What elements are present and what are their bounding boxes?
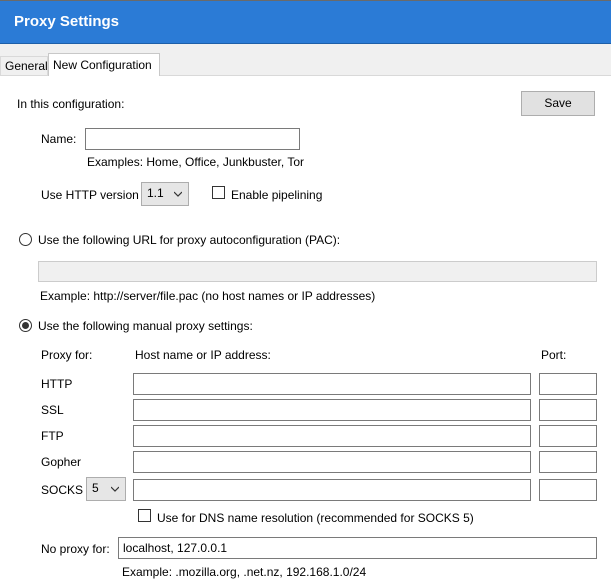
name-examples: Examples: Home, Office, Junkbuster, Tor	[87, 155, 304, 169]
window-title: Proxy Settings	[14, 13, 120, 30]
pipelining-label: Enable pipelining	[231, 188, 323, 202]
socks-host-input[interactable]	[133, 479, 531, 501]
chevron-down-icon	[111, 486, 119, 492]
no-proxy-example: Example: .mozilla.org, .net.nz, 192.168.…	[122, 565, 367, 579]
socks-version-value: 5	[92, 481, 99, 495]
socks-label: SOCKS	[41, 483, 84, 497]
manual-radio[interactable]	[19, 319, 32, 332]
tab-general[interactable]: General	[0, 56, 48, 75]
no-proxy-label: No proxy for:	[41, 542, 110, 556]
intro-label: In this configuration:	[17, 97, 125, 111]
pipelining-checkbox[interactable]	[212, 186, 225, 199]
pac-radio[interactable]	[19, 233, 32, 246]
ftp-host-input[interactable]	[133, 425, 531, 447]
gopher-port-input[interactable]	[539, 451, 597, 473]
pac-radio-label: Use the following URL for proxy autoconf…	[38, 233, 341, 247]
host-header: Host name or IP address:	[135, 348, 271, 362]
ssl-port-input[interactable]	[539, 399, 597, 421]
ssl-host-input[interactable]	[133, 399, 531, 421]
chevron-down-icon	[174, 191, 182, 197]
http-version-label: Use HTTP version	[41, 188, 139, 202]
window-titlebar: Proxy Settings	[0, 0, 611, 44]
ftp-port-input[interactable]	[539, 425, 597, 447]
no-proxy-input[interactable]	[118, 537, 597, 559]
socks-version-select[interactable]: 5	[86, 477, 126, 501]
radio-selected-dot	[22, 322, 29, 329]
http-host-input[interactable]	[133, 373, 531, 395]
proxy-for-header: Proxy for:	[41, 348, 93, 362]
gopher-host-input[interactable]	[133, 451, 531, 473]
save-button[interactable]: Save	[521, 91, 595, 116]
name-input[interactable]	[85, 128, 300, 150]
tab-strip: General New Configuration	[0, 44, 611, 76]
manual-radio-label: Use the following manual proxy settings:	[38, 319, 253, 333]
dns-resolution-checkbox[interactable]	[138, 509, 151, 522]
gopher-label: Gopher	[41, 455, 82, 469]
ssl-label: SSL	[41, 403, 64, 417]
http-version-select[interactable]: 1.1	[141, 182, 189, 206]
dns-resolution-label: Use for DNS name resolution (recommended…	[157, 511, 474, 525]
http-version-value: 1.1	[147, 186, 164, 200]
pac-example: Example: http://server/file.pac (no host…	[40, 289, 376, 303]
http-port-input[interactable]	[539, 373, 597, 395]
configuration-panel: In this configuration: Save Name: Exampl…	[0, 75, 611, 582]
ftp-label: FTP	[41, 429, 64, 443]
socks-port-input[interactable]	[539, 479, 597, 501]
tab-new-configuration[interactable]: New Configuration	[48, 53, 160, 76]
port-header: Port:	[541, 348, 567, 362]
pac-url-input[interactable]	[38, 261, 597, 282]
http-label: HTTP	[41, 377, 73, 391]
name-label: Name:	[41, 132, 77, 146]
